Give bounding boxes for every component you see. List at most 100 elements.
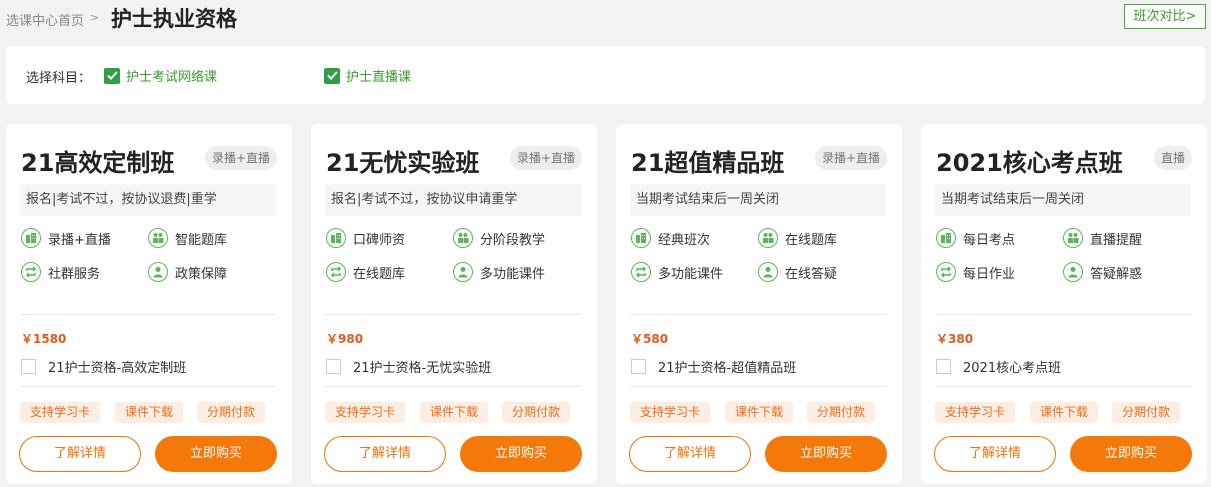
feature-item: 政策保障 (148, 262, 227, 282)
feature-item: 在线题库 (758, 228, 837, 248)
divider (325, 386, 581, 387)
top-bar: 选课中心首页 > 护士执业资格 班次对比> (0, 0, 1211, 36)
building-icon (21, 228, 41, 248)
feature-label: 政策保障 (175, 266, 228, 282)
feature-label: 直播提醒 (1090, 232, 1143, 248)
checkbox-checked-icon[interactable] (104, 67, 120, 84)
feature-item: 在线答疑 (758, 262, 837, 282)
feature-item: 分阶段教学 (453, 228, 545, 248)
course-checkbox[interactable] (631, 359, 646, 374)
course-checkbox[interactable] (936, 359, 951, 374)
person-icon (148, 262, 168, 282)
tag-learning-card: 支持学习卡 (630, 402, 711, 423)
building-icon (631, 228, 651, 248)
subject-filter-label: 选择科目： (26, 71, 92, 86)
subject-option-label: 护士直播课 (346, 70, 412, 85)
buy-now-button[interactable]: 立即购买 (155, 436, 277, 472)
divider (935, 386, 1191, 387)
tag-installment: 分期付款 (197, 402, 266, 423)
feature-item: 录播+直播 (21, 228, 111, 248)
feature-label: 录播+直播 (48, 232, 111, 248)
course-checkbox[interactable] (326, 359, 341, 374)
feature-item: 口碑师资 (326, 228, 405, 248)
course-price: ￥380 (936, 332, 974, 346)
tag-installment: 分期付款 (502, 402, 571, 423)
details-button[interactable]: 了解详情 (19, 436, 141, 472)
course-select-row[interactable]: 21护士资格-无忧实验班 (326, 357, 491, 376)
feature-label: 经典班次 (658, 232, 711, 248)
course-select-row[interactable]: 21护士资格-超值精品班 (631, 357, 796, 376)
course-name: 21护士资格-超值精品班 (658, 361, 797, 376)
feature-item: 答疑解惑 (1063, 262, 1142, 282)
details-button[interactable]: 了解详情 (629, 436, 751, 472)
buy-now-button[interactable]: 立即购买 (765, 436, 887, 472)
course-card: 21超值精品班 录播+直播 当期考试结束后一周关闭 经典班次 在线题库 多功能课… (616, 124, 902, 484)
group-icon (453, 228, 473, 248)
divider (325, 314, 581, 315)
feature-label: 每日作业 (963, 266, 1016, 282)
repeat-icon (631, 262, 651, 282)
feature-item: 每日考点 (936, 228, 1015, 248)
feature-label: 多功能课件 (658, 266, 724, 282)
tag-installment: 分期付款 (1112, 402, 1181, 423)
course-mode-badge: 录播+直播 (509, 146, 582, 170)
course-note: 当期考试结束后一周关闭 (630, 184, 886, 216)
repeat-icon (21, 262, 41, 282)
details-button[interactable]: 了解详情 (324, 436, 446, 472)
course-select-row[interactable]: 21护士资格-高效定制班 (21, 357, 186, 376)
feature-label: 口碑师资 (353, 232, 406, 248)
course-mode-badge: 录播+直播 (204, 146, 277, 170)
course-title: 21无忧实验班 (326, 149, 480, 177)
course-note: 报名|考试不过，按协议退费|重学 (20, 184, 276, 216)
tag-learning-card: 支持学习卡 (20, 402, 101, 423)
compare-classes-button[interactable]: 班次对比> (1124, 4, 1206, 29)
repeat-icon (326, 262, 346, 282)
feature-item: 在线题库 (326, 262, 405, 282)
breadcrumb-separator: > (90, 11, 100, 24)
feature-label: 在线题库 (353, 266, 406, 282)
feature-label: 分阶段教学 (480, 232, 546, 248)
tag-installment: 分期付款 (807, 402, 876, 423)
divider (20, 386, 276, 387)
details-button[interactable]: 了解详情 (934, 436, 1056, 472)
course-note: 报名|考试不过，按协议申请重学 (325, 184, 581, 216)
tag-courseware-download: 课件下载 (420, 402, 489, 423)
checkbox-checked-icon[interactable] (324, 67, 340, 84)
course-note: 当期考试结束后一周关闭 (935, 184, 1191, 216)
course-title: 2021核心考点班 (936, 149, 1123, 177)
feature-label: 智能题库 (175, 232, 228, 248)
course-mode-badge: 直播 (1153, 146, 1192, 170)
breadcrumb-home-link[interactable]: 选课中心首页 (6, 10, 84, 29)
feature-label: 在线题库 (785, 232, 838, 248)
course-price: ￥1580 (21, 332, 67, 346)
course-title: 21高效定制班 (21, 149, 175, 177)
feature-label: 每日考点 (963, 232, 1016, 248)
subject-option-live-course[interactable]: 护士直播课 (324, 66, 411, 85)
person-icon (1063, 262, 1083, 282)
subject-option-label: 护士考试网络课 (126, 70, 218, 85)
subject-option-network-course[interactable]: 护士考试网络课 (104, 66, 217, 85)
course-name: 21护士资格-高效定制班 (48, 361, 187, 376)
course-price: ￥980 (326, 332, 364, 346)
page-title: 护士执业资格 (111, 7, 237, 31)
course-mode-badge: 录播+直播 (814, 146, 887, 170)
repeat-icon (936, 262, 956, 282)
course-name: 2021核心考点班 (963, 361, 1062, 376)
group-icon (1063, 228, 1083, 248)
course-select-row[interactable]: 2021核心考点班 (936, 357, 1061, 376)
person-icon (453, 262, 473, 282)
course-checkbox[interactable] (21, 359, 36, 374)
buy-now-button[interactable]: 立即购买 (1070, 436, 1192, 472)
divider (935, 314, 1191, 315)
divider (630, 386, 886, 387)
feature-item: 多功能课件 (631, 262, 723, 282)
tag-learning-card: 支持学习卡 (325, 402, 406, 423)
feature-item: 智能题库 (148, 228, 227, 248)
person-icon (758, 262, 778, 282)
course-card: 21高效定制班 录播+直播 报名|考试不过，按协议退费|重学 录播+直播 智能题… (6, 124, 292, 484)
tag-courseware-download: 课件下载 (1030, 402, 1099, 423)
course-card: 2021核心考点班 直播 当期考试结束后一周关闭 每日考点 直播提醒 每日作业 (921, 124, 1207, 484)
feature-label: 多功能课件 (480, 266, 546, 282)
tag-courseware-download: 课件下载 (115, 402, 184, 423)
buy-now-button[interactable]: 立即购买 (460, 436, 582, 472)
